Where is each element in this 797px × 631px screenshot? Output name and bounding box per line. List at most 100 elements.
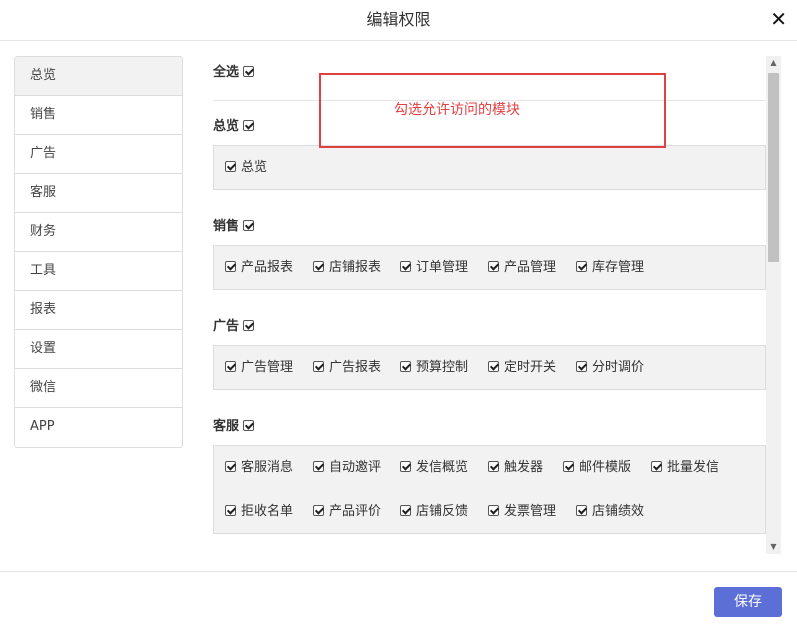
option-checkbox[interactable]: 店铺报表	[313, 260, 381, 276]
annotation-text: 勾选允许访问的模块	[394, 102, 520, 118]
option-checkbox[interactable]: 预算控制	[400, 360, 468, 376]
option-checkbox[interactable]: 店铺绩效	[576, 504, 644, 520]
scrollbar-thumb[interactable]	[768, 73, 779, 262]
select-all-label: 全选	[213, 65, 240, 80]
checkbox-checked-icon[interactable]	[488, 505, 499, 516]
group-sales-title: 销售	[213, 219, 240, 234]
option-label: 广告报表	[329, 360, 382, 375]
checkbox-checked-icon[interactable]	[400, 461, 411, 472]
option-label: 客服消息	[241, 460, 294, 475]
sidebar-item-wechat[interactable]: 微信	[15, 369, 182, 408]
checkbox-checked-icon[interactable]	[243, 320, 255, 331]
option-label: 产品评价	[329, 504, 382, 519]
checkbox-checked-icon[interactable]	[563, 461, 574, 472]
option-checkbox[interactable]: 店铺反馈	[400, 504, 468, 520]
dialog-header: 编辑权限 ✕	[0, 0, 797, 41]
sidebar-item-settings[interactable]: 设置	[15, 330, 182, 369]
group-service-checkbox[interactable]: 客服	[213, 418, 255, 436]
scroll-down-icon[interactable]: ▼	[766, 540, 781, 554]
group-sales-checkbox[interactable]: 销售	[213, 218, 255, 236]
checkbox-checked-icon[interactable]	[576, 505, 587, 516]
option-label: 广告管理	[241, 360, 294, 375]
option-label: 自动邀评	[329, 460, 382, 475]
checkbox-checked-icon[interactable]	[243, 220, 255, 231]
option-checkbox[interactable]: 定时开关	[488, 360, 556, 376]
option-label: 店铺绩效	[592, 504, 645, 519]
checkbox-checked-icon[interactable]	[400, 261, 411, 272]
option-label: 店铺报表	[329, 260, 382, 275]
checkbox-checked-icon[interactable]	[225, 505, 236, 516]
option-checkbox[interactable]: 订单管理	[400, 260, 468, 276]
option-checkbox[interactable]: 发票管理	[488, 504, 556, 520]
option-checkbox[interactable]: 触发器	[488, 460, 543, 476]
checkbox-checked-icon[interactable]	[225, 261, 236, 272]
option-label: 定时开关	[504, 360, 557, 375]
module-sidebar: 总览 销售 广告 客服 财务 工具 报表 设置 微信 APP	[14, 56, 183, 448]
checkbox-checked-icon[interactable]	[651, 461, 662, 472]
group-sales-options: 产品报表 店铺报表 订单管理 产品管理 库存管理	[213, 245, 766, 290]
option-label: 拒收名单	[241, 504, 294, 519]
option-checkbox[interactable]: 产品管理	[488, 260, 556, 276]
scroll-up-icon[interactable]: ▲	[766, 56, 781, 70]
checkbox-checked-icon[interactable]	[225, 361, 236, 372]
option-checkbox[interactable]: 产品评价	[313, 504, 381, 520]
group-overview-title: 总览	[213, 119, 240, 134]
option-checkbox[interactable]: 总览	[225, 160, 267, 176]
checkbox-checked-icon[interactable]	[313, 505, 324, 516]
annotation-callout: 勾选允许访问的模块	[319, 73, 666, 148]
option-checkbox[interactable]: 客服消息	[225, 460, 293, 476]
option-label: 店铺反馈	[416, 504, 469, 519]
sidebar-item-reports[interactable]: 报表	[15, 291, 182, 330]
checkbox-checked-icon[interactable]	[488, 261, 499, 272]
sidebar-item-finance[interactable]: 财务	[15, 213, 182, 252]
checkbox-checked-icon[interactable]	[243, 120, 255, 131]
footer-divider	[0, 571, 797, 572]
checkbox-checked-icon[interactable]	[576, 261, 587, 272]
sidebar-item-overview[interactable]: 总览	[15, 57, 182, 96]
group-overview-options: 总览	[213, 145, 766, 190]
checkbox-checked-icon[interactable]	[243, 66, 255, 77]
group-ads-checkbox[interactable]: 广告	[213, 318, 255, 336]
option-checkbox[interactable]: 批量发信	[651, 460, 719, 476]
checkbox-checked-icon[interactable]	[225, 461, 236, 472]
close-icon[interactable]: ✕	[770, 8, 787, 30]
option-label: 订单管理	[416, 260, 469, 275]
sidebar-item-ads[interactable]: 广告	[15, 135, 182, 174]
option-checkbox[interactable]: 自动邀评	[313, 460, 381, 476]
select-all-checkbox[interactable]: 全选	[213, 64, 255, 82]
group-overview-checkbox[interactable]: 总览	[213, 118, 255, 136]
option-checkbox[interactable]: 产品报表	[225, 260, 293, 276]
option-checkbox[interactable]: 库存管理	[576, 260, 644, 276]
option-checkbox[interactable]: 邮件模版	[563, 460, 631, 476]
checkbox-checked-icon[interactable]	[488, 361, 499, 372]
scrollbar[interactable]: ▲ ▼	[766, 56, 781, 554]
sidebar-item-service[interactable]: 客服	[15, 174, 182, 213]
option-checkbox[interactable]: 广告管理	[225, 360, 293, 376]
dialog-title: 编辑权限	[366, 10, 431, 29]
option-checkbox[interactable]: 广告报表	[313, 360, 381, 376]
checkbox-checked-icon[interactable]	[400, 505, 411, 516]
option-label: 库存管理	[592, 260, 645, 275]
option-label: 产品管理	[504, 260, 557, 275]
checkbox-checked-icon[interactable]	[225, 161, 236, 172]
group-service-options: 客服消息 自动邀评 发信概览 触发器 邮件模版 批量发信 拒收名单 产品评价 店…	[213, 445, 766, 534]
checkbox-checked-icon[interactable]	[313, 361, 324, 372]
checkbox-checked-icon[interactable]	[400, 361, 411, 372]
sidebar-item-sales[interactable]: 销售	[15, 96, 182, 135]
option-checkbox[interactable]: 发信概览	[400, 460, 468, 476]
checkbox-checked-icon[interactable]	[488, 461, 499, 472]
group-ads-options: 广告管理 广告报表 预算控制 定时开关 分时调价	[213, 345, 766, 390]
option-label: 分时调价	[592, 360, 645, 375]
sidebar-item-app[interactable]: APP	[15, 408, 182, 447]
checkbox-checked-icon[interactable]	[243, 420, 255, 431]
option-checkbox[interactable]: 拒收名单	[225, 504, 293, 520]
checkbox-checked-icon[interactable]	[313, 461, 324, 472]
checkbox-checked-icon[interactable]	[576, 361, 587, 372]
option-label: 触发器	[504, 460, 544, 475]
option-label: 发票管理	[504, 504, 557, 519]
option-checkbox[interactable]: 分时调价	[576, 360, 644, 376]
save-button[interactable]: 保存	[714, 587, 782, 617]
option-label: 预算控制	[416, 360, 469, 375]
sidebar-item-tools[interactable]: 工具	[15, 252, 182, 291]
checkbox-checked-icon[interactable]	[313, 261, 324, 272]
